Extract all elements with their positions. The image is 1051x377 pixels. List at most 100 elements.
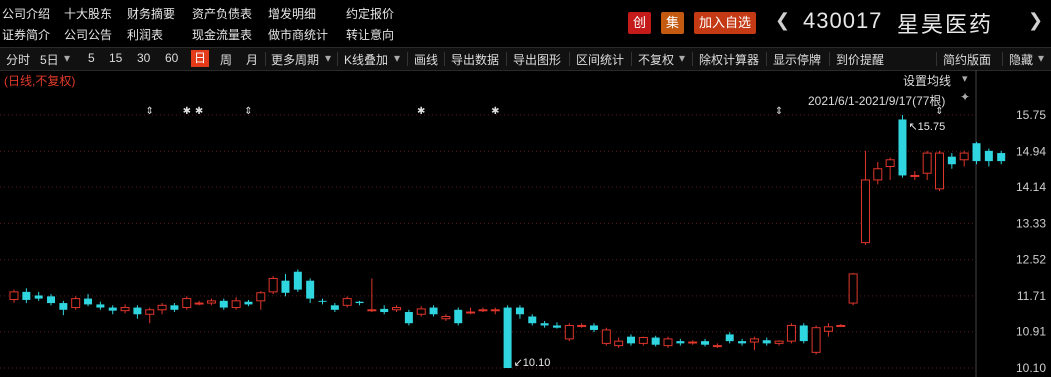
candle — [885, 157, 895, 180]
candle — [898, 115, 907, 178]
hide-button[interactable]: 隐藏 — [1009, 51, 1033, 68]
candle — [96, 301, 105, 310]
export-graph-button[interactable]: 导出图形 — [513, 51, 561, 68]
menu-company-intro[interactable]: 公司介绍 — [2, 5, 50, 22]
candle — [799, 323, 808, 344]
candle — [860, 150, 870, 245]
candlesticks — [9, 115, 1006, 368]
candle-body — [638, 337, 648, 344]
menu-top-ten-holders[interactable]: 十大股东 — [64, 5, 112, 22]
candle — [836, 324, 846, 327]
candle-body — [910, 174, 920, 177]
menu-financial-summary[interactable]: 财务摘要 — [127, 5, 175, 22]
tab-60min[interactable]: 60 — [165, 51, 178, 65]
candle — [182, 296, 192, 310]
badge-chuang[interactable]: 创 — [628, 12, 652, 34]
more-periods-dropdown[interactable]: 更多周期 — [271, 51, 319, 68]
event-marker-icon: ⇕ — [146, 106, 154, 117]
event-marker-icon: ✱ — [417, 106, 425, 117]
menu-issue-details[interactable]: 增发明细 — [268, 5, 316, 22]
kline-chart[interactable]: ⇕ ✱ ✱ ⇕ ✱ ✱ ⇕ ⇕ 15.7514.9414.1413.3312.5211.711… — [0, 70, 1051, 377]
candle — [367, 278, 377, 313]
candle-body — [392, 307, 402, 311]
candle-body — [725, 334, 734, 342]
menu-agreed-quote[interactable]: 约定报价 — [346, 5, 394, 22]
candle-body — [380, 308, 389, 313]
candle — [157, 303, 167, 315]
candle-body — [601, 329, 611, 344]
interval-stats-button[interactable]: 区间统计 — [576, 51, 624, 68]
candle — [256, 290, 266, 310]
candle-body — [515, 307, 524, 315]
tab-intraday[interactable]: 分时 — [6, 51, 30, 68]
menu-security-brief[interactable]: 证券简介 — [2, 26, 50, 43]
candle-body — [947, 156, 956, 165]
kline-overlay-chevron-icon[interactable]: ▾ — [394, 51, 400, 65]
prev-stock-icon[interactable]: ❮ — [775, 10, 790, 31]
candle-body — [749, 338, 759, 343]
candle — [786, 323, 796, 344]
menu-income-statement[interactable]: 利润表 — [127, 26, 163, 43]
adjustment-dropdown[interactable]: 不复权 — [638, 51, 674, 68]
candle — [281, 273, 290, 297]
stock-name: 星昊医药 — [897, 12, 994, 37]
next-stock-icon[interactable]: ❯ — [1028, 10, 1043, 31]
menu-cash-flow[interactable]: 现金流量表 — [192, 26, 252, 43]
candle-body — [416, 308, 426, 315]
menu-balance-sheet[interactable]: 资产负债表 — [192, 5, 252, 22]
candle-body — [22, 291, 31, 300]
candle — [762, 337, 771, 346]
badge-ji[interactable]: 集 — [661, 12, 685, 34]
y-tick-label: 15.75 — [1016, 108, 1046, 122]
kline-overlay-dropdown[interactable]: K线叠加 — [344, 51, 388, 68]
tab-5day-dropdown-icon[interactable]: ▾ — [64, 51, 70, 65]
show-suspension-button[interactable]: 显示停牌 — [773, 51, 821, 68]
candle — [441, 314, 451, 321]
event-marker-icon: ⇕ — [244, 106, 252, 117]
toolbar-divider — [692, 52, 693, 66]
menu-announcements[interactable]: 公司公告 — [64, 26, 112, 43]
candle — [701, 338, 710, 347]
candle-body — [478, 309, 488, 312]
candle — [194, 300, 204, 306]
tab-5min[interactable]: 5 — [88, 51, 95, 65]
toolbar-divider — [506, 52, 507, 66]
tab-month[interactable]: 月 — [246, 51, 258, 68]
export-data-button[interactable]: 导出数据 — [451, 51, 499, 68]
candle-body — [997, 153, 1006, 162]
event-marker-icon: ✱ — [183, 106, 191, 117]
ex-rights-calculator-button[interactable]: 除权计算器 — [699, 51, 759, 68]
adjustment-chevron-icon[interactable]: ▾ — [679, 51, 685, 65]
candle-body — [663, 338, 673, 347]
tab-day[interactable]: 日 — [191, 50, 210, 67]
candle-body — [503, 307, 512, 368]
high-price-annotation: ↖15.75 — [908, 121, 945, 133]
tab-5day[interactable]: 5日 — [40, 51, 59, 68]
tab-30min[interactable]: 30 — [137, 51, 150, 65]
draw-line-button[interactable]: 画线 — [414, 51, 438, 68]
candle — [22, 288, 31, 304]
price-alert-button[interactable]: 到价提醒 — [836, 51, 884, 68]
candle-body — [935, 152, 944, 190]
toolbar-divider — [444, 52, 445, 66]
low-price-annotation: ↙10.10 — [514, 357, 551, 369]
candle-body — [540, 323, 549, 326]
candle-body — [466, 311, 476, 314]
toolbar-divider — [265, 52, 266, 66]
menu-transfer-intent[interactable]: 转让意向 — [346, 26, 394, 43]
menu-market-maker-stats[interactable]: 做市商统计 — [268, 26, 328, 43]
more-periods-chevron-icon[interactable]: ▾ — [325, 51, 331, 65]
candle — [749, 336, 759, 351]
toolbar-divider — [766, 52, 767, 66]
add-to-watchlist-button[interactable]: 加入自选 — [694, 12, 757, 34]
tab-week[interactable]: 周 — [220, 51, 232, 68]
hide-chevron-icon[interactable]: ▾ — [1038, 51, 1044, 65]
candle — [676, 338, 685, 346]
candle — [392, 305, 402, 313]
tab-15min[interactable]: 15 — [109, 51, 122, 65]
simple-layout-button[interactable]: 简约版面 — [943, 51, 991, 68]
candle-body — [984, 150, 993, 162]
candle — [268, 276, 278, 295]
candle — [84, 294, 93, 307]
candle — [738, 338, 747, 346]
